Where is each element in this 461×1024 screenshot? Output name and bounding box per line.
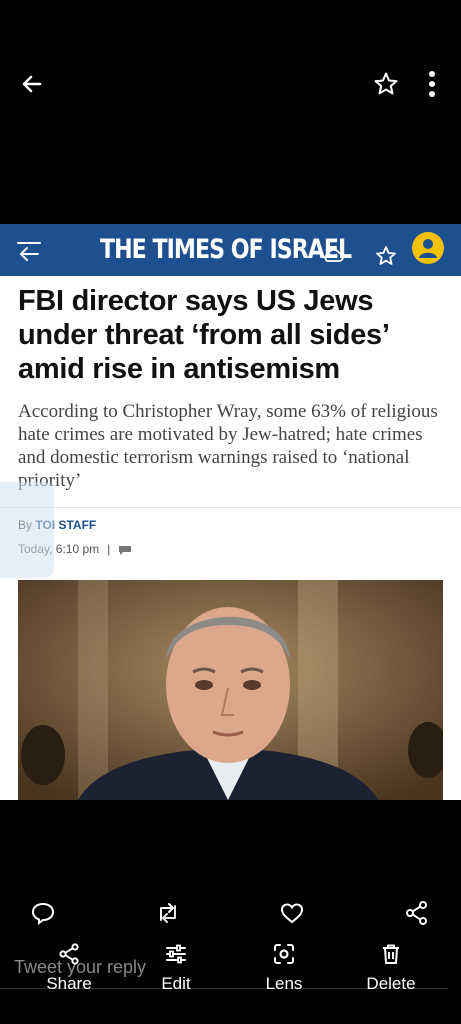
lens-label: Lens [265, 974, 303, 993]
portrait-image [18, 580, 443, 800]
viewer-toolbar [0, 60, 461, 108]
masthead-star-icon [376, 246, 396, 265]
trash-icon [383, 944, 399, 964]
user-silhouette-icon [419, 239, 437, 258]
back-arrow-icon[interactable] [18, 70, 46, 98]
share-network-icon[interactable] [404, 900, 430, 926]
share-icon [59, 943, 79, 965]
user-avatar [412, 232, 444, 264]
like-icon[interactable] [279, 900, 305, 926]
share-label: Share [46, 974, 92, 993]
lens-button[interactable]: Lens [244, 940, 324, 998]
article-screenshot: THE TIMES OF ISRAEL FBI director says US… [0, 224, 461, 800]
article-dek: According to Christopher Wray, some 63% … [18, 401, 438, 491]
menu-back-icon [17, 242, 41, 261]
bottom-action-bar: Share Edit Lens Delete [0, 940, 461, 1000]
share-button[interactable]: Share [29, 940, 109, 998]
article-headline: FBI director says US Jews under threat ‘… [18, 285, 389, 385]
edit-button[interactable]: Edit [136, 940, 216, 998]
separator: | [107, 542, 111, 556]
sliders-icon [166, 944, 186, 964]
divider [0, 507, 461, 508]
lens-icon [274, 944, 294, 964]
cloud-icon [324, 248, 344, 262]
edit-label: Edit [161, 974, 191, 993]
brand-logo: THE TIMES OF ISRAEL [100, 234, 352, 265]
masthead: THE TIMES OF ISRAEL [0, 224, 461, 276]
article-photo [18, 580, 443, 800]
star-icon[interactable] [372, 70, 400, 98]
floating-widget [0, 482, 54, 578]
retweet-icon[interactable] [155, 900, 181, 926]
more-vertical-icon[interactable] [420, 68, 444, 100]
social-actions [0, 896, 461, 928]
delete-label: Delete [366, 974, 416, 993]
delete-button[interactable]: Delete [351, 940, 431, 998]
photo-viewer: THE TIMES OF ISRAEL FBI director says US… [0, 0, 461, 1024]
reply-icon[interactable] [30, 900, 56, 926]
comment-icon [119, 545, 132, 555]
